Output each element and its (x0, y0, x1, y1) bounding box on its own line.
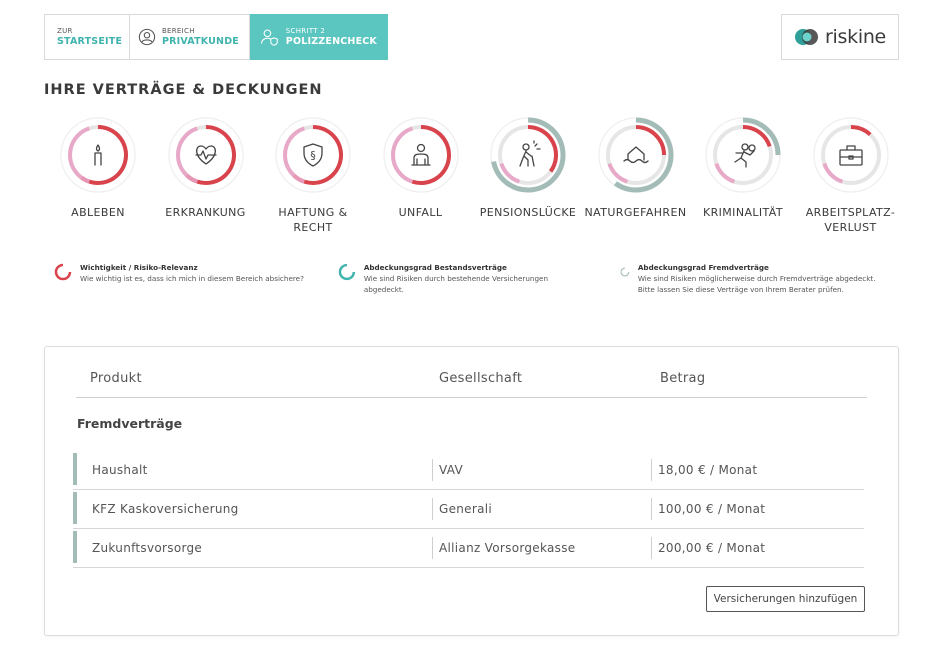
legend-importance: Wichtigkeit / Risiko-Relevanz Wie wichti… (54, 262, 304, 284)
step-startseite-small: ZUR (57, 26, 73, 35)
step-startseite[interactable]: ZUR STARTSEITE (44, 14, 130, 60)
step-startseite-label: STARTSEITE (57, 35, 123, 47)
cell-company: Generali (439, 502, 493, 516)
table-row[interactable]: KFZ Kaskoversicherung Generali 100,00 € … (73, 490, 864, 529)
category-label: UNFALL (398, 206, 443, 219)
cell-company: Allianz Vorsorgekasse (439, 541, 576, 555)
group-title-fremdvertraege: Fremdverträge (77, 416, 183, 431)
riskine-logo-icon (795, 29, 819, 45)
category-label: HAFTUNG & RECHT (278, 206, 348, 234)
category-4[interactable]: PENSIONSLÜCKE (474, 115, 582, 220)
category-1[interactable]: ERKRANKUNG (152, 115, 260, 220)
shield-paragraph-icon: § (303, 143, 323, 167)
cell-company: VAV (439, 463, 463, 477)
flood-house-icon (622, 146, 649, 164)
step-privatkunde-small: BEREICH (161, 26, 195, 35)
step-privatkunde-label: PRIVATKUNDE (161, 35, 239, 47)
category-7[interactable]: ARBEITSPLATZ-VERLUST (797, 115, 905, 235)
add-insurance-button[interactable]: Versicherungen hinzufügen (706, 586, 865, 612)
coverage-ring (812, 117, 889, 193)
cell-divider (651, 537, 652, 559)
category-label: ARBEITSPLATZ-VERLUST (805, 206, 896, 234)
thief-icon (734, 143, 756, 168)
cell-divider (651, 459, 652, 481)
cell-product: KFZ Kaskoversicherung (92, 502, 239, 516)
category-label: KRIMINALITÄT (702, 206, 784, 219)
category-5[interactable]: NATURGEFAHREN (582, 115, 690, 220)
own-coverage-ring-icon (338, 263, 356, 281)
cell-product: Zukunftsvorsorge (92, 541, 203, 555)
step-polizzencheck[interactable]: SCHRITT 2 POLIZZENCHECK (250, 14, 388, 60)
cell-amount: 100,00 € / Monat (658, 502, 766, 516)
legend-own-coverage: Abdeckungsgrad Bestandsverträge Wie sind… (338, 262, 588, 295)
category-label: PENSIONSLÜCKE (479, 206, 577, 219)
foreign-coverage-ring-icon (620, 267, 630, 277)
category-0[interactable]: ABLEBEN (44, 115, 152, 220)
injured-person-icon (410, 143, 431, 166)
briefcase-icon (838, 145, 863, 166)
legend-foreign-coverage: Abdeckungsgrad Fremdverträge Wie sind Ri… (620, 262, 882, 295)
legend-importance-desc: Wie wichtig ist es, dass ich mich in die… (80, 274, 304, 283)
coverage-ring (705, 117, 781, 193)
legend-own-coverage-title: Abdeckungsgrad Bestandsverträge (363, 263, 507, 272)
category-label: ERKRANKUNG (165, 206, 246, 219)
cell-divider (432, 459, 433, 481)
page-title: IHRE VERTRÄGE & DECKUNGEN (44, 82, 323, 98)
coverage-ring (597, 117, 674, 193)
step-polizzencheck-small: SCHRITT 2 (285, 26, 326, 35)
cell-amount: 18,00 € / Monat (658, 463, 758, 477)
row-indicator (73, 531, 77, 563)
cell-divider (651, 498, 652, 520)
candle-icon (94, 144, 102, 166)
logo-wordmark: riskine (825, 26, 886, 48)
legend-foreign-coverage-title: Abdeckungsgrad Fremdverträge (637, 263, 769, 272)
category-overview: ABLEBEN ERKRANKUNG § HAFTUNG & RECHT UNFALL P… (44, 115, 904, 240)
category-6[interactable]: KRIMINALITÄT (689, 115, 797, 220)
riskine-logo[interactable]: riskine (781, 14, 899, 60)
legend-importance-title: Wichtigkeit / Risiko-Relevanz (80, 263, 198, 272)
step-privatkunde[interactable]: BEREICH PRIVATKUNDE (130, 14, 250, 60)
heart-pulse-icon (194, 145, 217, 165)
category-label: ABLEBEN (71, 206, 125, 219)
coverage-ring (167, 117, 244, 193)
legend-foreign-coverage-desc: Wie sind Risiken möglicherweise durch Fr… (637, 274, 876, 294)
coverage-ring (490, 117, 566, 193)
cell-product: Haushalt (92, 463, 148, 477)
coverage-ring: § (275, 117, 351, 193)
row-indicator (73, 453, 77, 485)
table-row[interactable]: Zukunftsvorsorge Allianz Vorsorgekasse 2… (73, 529, 864, 568)
coverage-ring (382, 117, 459, 193)
svg-text:§: § (310, 149, 316, 162)
table-row[interactable]: Haushalt VAV 18,00 € / Monat (73, 451, 864, 490)
category-2[interactable]: § HAFTUNG & RECHT (259, 115, 367, 235)
user-shield-icon (261, 29, 278, 46)
category-label: NATURGEFAHREN (584, 206, 687, 219)
elderly-person-icon (519, 140, 541, 167)
legend-own-coverage-desc: Wie sind Risiken durch bestehende Versic… (363, 274, 548, 294)
cell-divider (432, 498, 433, 520)
step-polizzencheck-label: POLIZZENCHECK (285, 35, 377, 47)
coverage-ring (60, 117, 136, 193)
row-indicator (73, 492, 77, 524)
table-header: Produkt Gesellschaft Betrag (76, 367, 867, 398)
breadcrumb-steps: ZUR STARTSEITE BEREICH PRIVATKUNDE SCHRI… (44, 14, 388, 60)
header-company: Gesellschaft (439, 371, 523, 386)
importance-ring-icon (54, 263, 72, 281)
user-circle-icon (138, 28, 156, 46)
contracts-card: Produkt Gesellschaft Betrag Fremdverträg… (44, 346, 899, 636)
category-3[interactable]: UNFALL (367, 115, 475, 220)
header-amount: Betrag (660, 371, 706, 386)
header-product: Produkt (90, 371, 142, 386)
cell-divider (432, 537, 433, 559)
cell-amount: 200,00 € / Monat (658, 541, 766, 555)
